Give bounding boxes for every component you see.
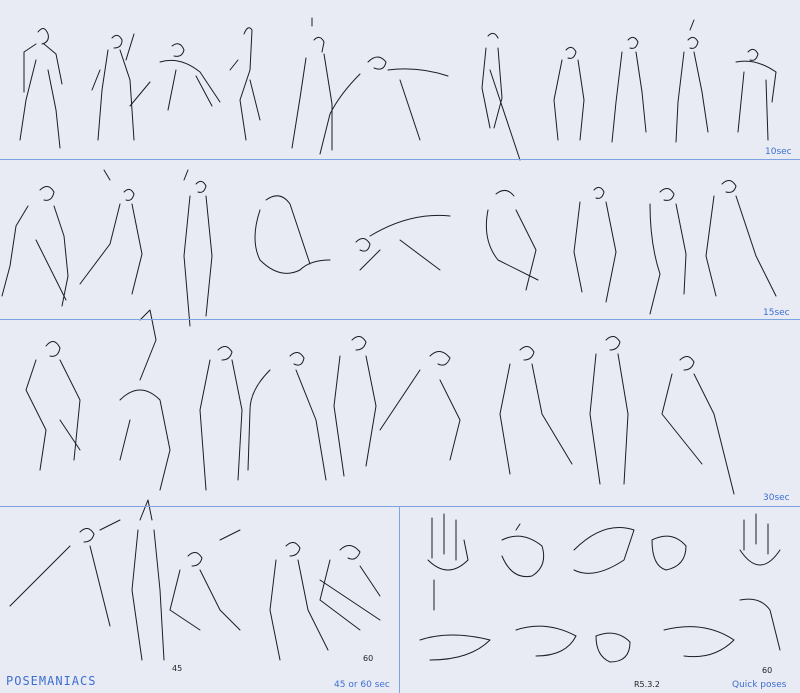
row2-figures [1, 169, 777, 327]
row1-time-label: 10sec [765, 147, 792, 157]
row4-note-b: 60 [363, 654, 374, 663]
row1-divider [0, 159, 800, 160]
hands-note-b: 60 [762, 666, 773, 675]
row4-note-a: 45 [172, 664, 183, 673]
gesture-sheet: 10sec 15sec 30sec 45 or 60 sec Quick pos… [0, 0, 800, 693]
row3-time-label: 30sec [763, 493, 790, 503]
hands-note-a: R5.3.2 [634, 680, 660, 689]
sketch-canvas [1, 17, 781, 663]
row4-time-label: 45 or 60 sec [334, 680, 390, 690]
hands-time-label: Quick poses [732, 680, 787, 690]
row2-time-label: 15sec [763, 308, 790, 318]
row2-divider [0, 319, 800, 320]
row4-figures [9, 499, 381, 661]
row3-divider [0, 506, 800, 507]
brand-logo: POSEMANIACS [6, 674, 97, 688]
section-divider [399, 506, 400, 693]
row1-figures [19, 17, 777, 161]
hands-figures [419, 513, 781, 663]
row3-figures [25, 309, 735, 495]
